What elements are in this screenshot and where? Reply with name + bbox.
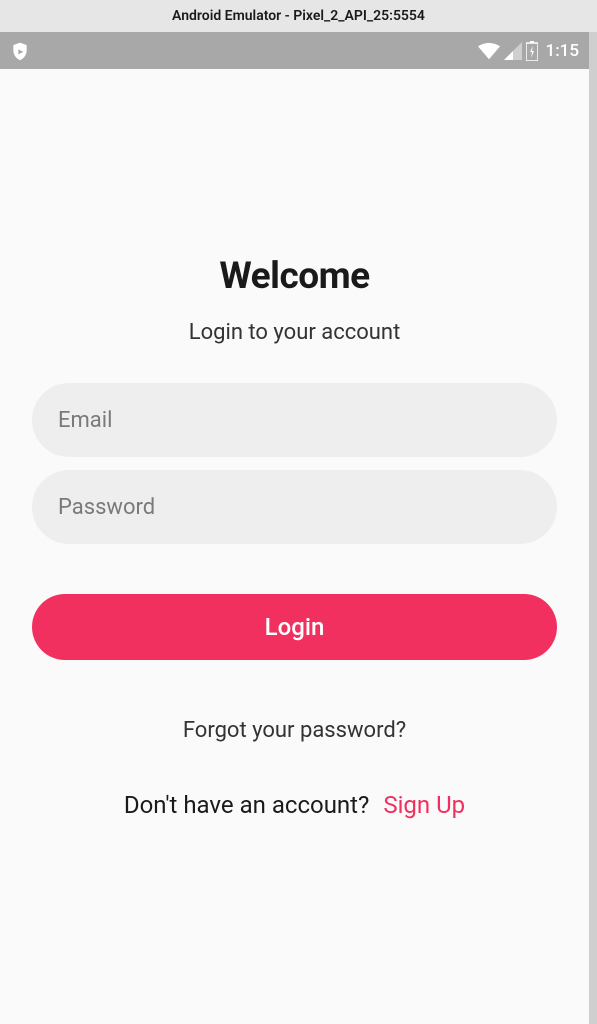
password-field[interactable] [32,470,557,544]
login-button[interactable]: Login [32,594,557,660]
device-frame: 1:15 Welcome Login to your account Login… [0,32,589,1024]
battery-charging-icon [526,41,538,61]
forgot-password-link[interactable]: Forgot your password? [32,718,557,743]
status-left [10,40,30,62]
signup-row: Don't have an account? Sign Up [32,791,557,819]
welcome-section: Welcome Login to your account [32,69,557,345]
emulator-titlebar: Android Emulator - Pixel_2_API_25:5554 [0,0,597,32]
emulator-title: Android Emulator - Pixel_2_API_25:5554 [172,8,425,24]
scrollbar-edge [589,32,597,1024]
app-content: Welcome Login to your account Login Forg… [0,69,589,1024]
welcome-title: Welcome [32,255,557,298]
status-time: 1:15 [546,41,579,61]
status-bar: 1:15 [0,32,589,69]
status-right: 1:15 [478,41,579,61]
wifi-icon [478,42,500,60]
signup-link[interactable]: Sign Up [383,791,465,819]
cellular-signal-icon [504,42,522,60]
welcome-subtitle: Login to your account [32,320,557,345]
shield-icon [10,40,30,62]
login-form: Login Forgot your password? Don't have a… [32,383,557,819]
signup-prompt: Don't have an account? [124,791,370,819]
email-field[interactable] [32,383,557,457]
